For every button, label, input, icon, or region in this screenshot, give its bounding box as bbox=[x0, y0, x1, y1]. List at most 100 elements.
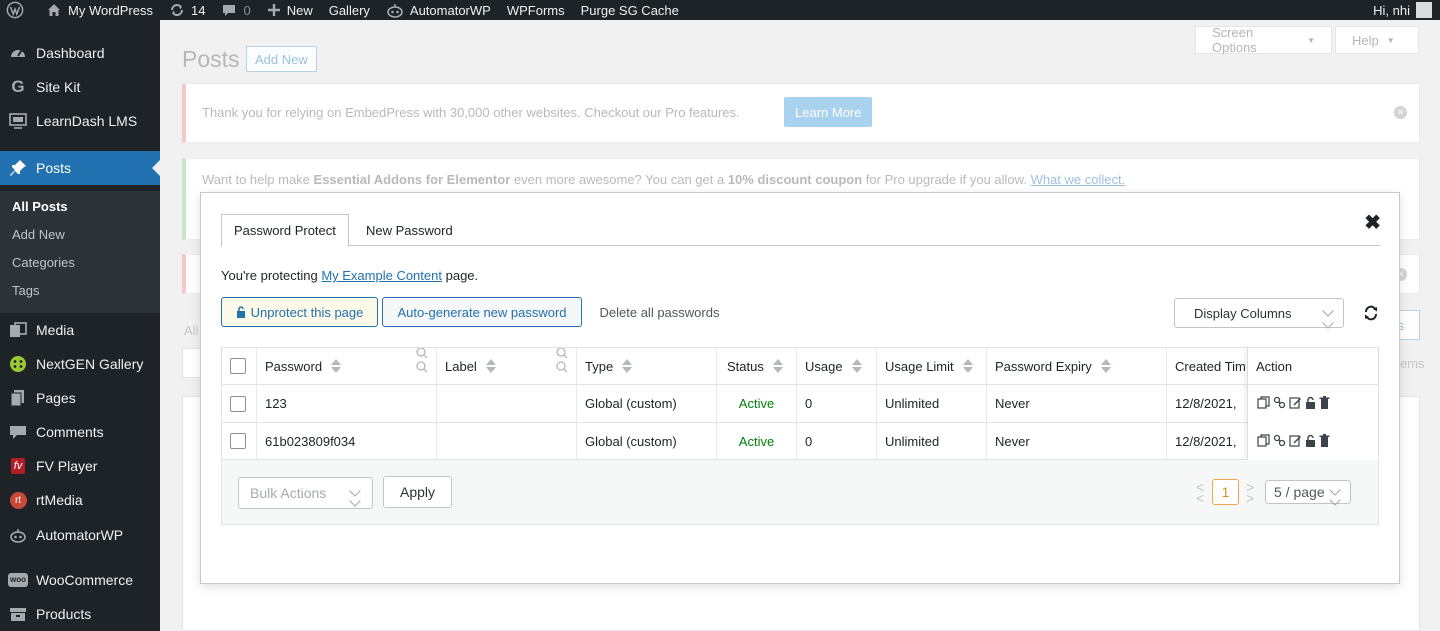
add-new-button[interactable]: Add New bbox=[246, 46, 317, 72]
sidebar-item-dashboard[interactable]: Dashboard bbox=[0, 36, 160, 70]
col-usage-label: Usage bbox=[805, 358, 843, 374]
edit-icon[interactable] bbox=[1289, 434, 1302, 447]
protected-content-link[interactable]: My Example Content bbox=[321, 268, 442, 283]
sidebar-item-site-kit[interactable]: G Site Kit bbox=[0, 70, 160, 104]
sidebar-item-fv-player[interactable]: fv FV Player bbox=[0, 449, 160, 483]
my-account-link[interactable]: Hi, nhi bbox=[1365, 0, 1440, 20]
wpforms-link[interactable]: WPForms bbox=[499, 0, 573, 20]
tab-new-password[interactable]: New Password bbox=[354, 214, 465, 246]
row-checkbox[interactable] bbox=[230, 395, 246, 412]
bulk-actions-label: Bulk Actions bbox=[250, 485, 327, 501]
gallery-link[interactable]: Gallery bbox=[321, 0, 378, 20]
sidebar-item-label: Comments bbox=[36, 424, 104, 440]
auto-generate-button[interactable]: Auto-generate new password bbox=[382, 297, 582, 327]
sort-icon[interactable] bbox=[851, 359, 862, 373]
comments-link[interactable]: 0 bbox=[213, 0, 258, 20]
sidebar-item-label: WooCommerce bbox=[36, 572, 133, 588]
refresh-icon[interactable] bbox=[1363, 305, 1379, 324]
col-created-time[interactable]: Created Tim bbox=[1167, 348, 1257, 384]
lock-icon[interactable] bbox=[1305, 396, 1316, 409]
sidebar-item-posts[interactable]: Posts bbox=[0, 151, 160, 185]
sidebar-item-rtmedia[interactable]: rt rtMedia bbox=[0, 483, 160, 517]
sidebar-item-pages[interactable]: Pages bbox=[0, 381, 160, 415]
col-usage-limit[interactable]: Usage Limit bbox=[877, 348, 987, 384]
select-all-checkbox[interactable] bbox=[230, 358, 246, 374]
products-icon bbox=[0, 606, 36, 622]
submenu-all-posts[interactable]: All Posts bbox=[12, 199, 68, 214]
site-name-link[interactable]: My WordPress bbox=[38, 0, 161, 20]
current-page-button[interactable]: 1 bbox=[1212, 479, 1239, 505]
automatorwp-link[interactable]: AutomatorWP bbox=[378, 0, 499, 20]
sort-icon[interactable] bbox=[485, 359, 496, 373]
created-cell: 12/8/2021, bbox=[1175, 396, 1237, 411]
wordpress-logo[interactable] bbox=[0, 0, 38, 20]
col-label-label: Label bbox=[445, 358, 477, 374]
sort-icon[interactable] bbox=[622, 359, 633, 373]
row-checkbox[interactable] bbox=[230, 433, 246, 449]
per-page-select[interactable]: 5 / page bbox=[1265, 480, 1351, 506]
col-password-expiry[interactable]: Password Expiry bbox=[987, 348, 1167, 384]
row-actions bbox=[1257, 434, 1330, 447]
link-icon[interactable] bbox=[1273, 396, 1286, 409]
sidebar-item-learndash[interactable]: LearnDash LMS bbox=[0, 104, 160, 138]
sidebar-item-comments[interactable]: Comments bbox=[0, 415, 160, 449]
sidebar-item-automatorwp[interactable]: AutomatorWP bbox=[0, 518, 160, 552]
col-password[interactable]: Password bbox=[257, 348, 437, 384]
home-icon bbox=[48, 4, 60, 16]
sort-icon[interactable] bbox=[962, 359, 973, 373]
pages-icon bbox=[0, 389, 36, 407]
copy-icon[interactable] bbox=[1257, 396, 1270, 409]
display-columns-select[interactable]: Display Columns bbox=[1174, 298, 1344, 329]
sidebar-item-media[interactable]: Media bbox=[0, 313, 160, 347]
notice-bold-discount: 10% discount coupon bbox=[727, 172, 863, 187]
sidebar-item-woocommerce[interactable]: woo WooCommerce bbox=[0, 563, 160, 597]
apply-button[interactable]: Apply bbox=[383, 476, 452, 508]
sort-icon[interactable] bbox=[331, 359, 342, 373]
prev-page-icon[interactable]: < < bbox=[1196, 480, 1204, 505]
next-page-icon[interactable]: > > bbox=[1246, 480, 1254, 505]
edit-icon[interactable] bbox=[1289, 396, 1302, 409]
sort-icon[interactable] bbox=[1100, 359, 1111, 373]
chevron-down-icon bbox=[349, 495, 361, 507]
col-status[interactable]: Status bbox=[717, 348, 797, 384]
sidebar-item-products[interactable]: Products bbox=[0, 597, 160, 631]
tab-password-protect[interactable]: Password Protect bbox=[221, 214, 349, 247]
automatorwp-icon bbox=[387, 4, 403, 18]
admin-sidebar: Dashboard G Site Kit LearnDash LMS Posts… bbox=[0, 20, 160, 631]
search-icon[interactable] bbox=[555, 348, 569, 377]
sort-icon[interactable] bbox=[772, 359, 783, 373]
submenu-categories[interactable]: Categories bbox=[12, 255, 75, 270]
unprotect-button[interactable]: Unprotect this page bbox=[221, 297, 378, 327]
copy-icon[interactable] bbox=[1257, 434, 1270, 447]
sidebar-item-nextgen[interactable]: NextGEN Gallery bbox=[0, 347, 160, 381]
purge-cache-link[interactable]: Purge SG Cache bbox=[573, 0, 687, 20]
bulk-actions-select[interactable]: Bulk Actions bbox=[238, 477, 373, 509]
submenu-tags[interactable]: Tags bbox=[12, 283, 39, 298]
col-label[interactable]: Label bbox=[437, 348, 577, 384]
wpforms-label: WPForms bbox=[506, 2, 565, 18]
learn-more-button[interactable]: Learn More bbox=[784, 97, 873, 127]
col-usage-limit-label: Usage Limit bbox=[885, 358, 954, 374]
new-content-link[interactable]: New bbox=[259, 0, 321, 20]
usage-cell: 0 bbox=[797, 385, 877, 422]
dismiss-icon[interactable]: ✕ bbox=[1394, 106, 1407, 119]
sidebar-item-label: AutomatorWP bbox=[36, 527, 124, 543]
submenu-add-new[interactable]: Add New bbox=[12, 227, 65, 242]
col-type[interactable]: Type bbox=[577, 348, 717, 384]
link-icon[interactable] bbox=[1273, 434, 1286, 447]
trash-icon[interactable] bbox=[1319, 434, 1330, 447]
password-protect-modal: ✖ Password Protect New Password You're p… bbox=[200, 192, 1400, 584]
screen-options-tab[interactable]: Screen Options ▼ bbox=[1195, 25, 1332, 55]
col-expiry-label: Password Expiry bbox=[995, 358, 1092, 374]
learndash-icon bbox=[0, 113, 36, 129]
chevron-down-icon bbox=[1322, 317, 1334, 329]
row-select-cell bbox=[222, 385, 257, 422]
help-tab[interactable]: Help ▼ bbox=[1335, 26, 1419, 54]
updates-link[interactable]: 14 bbox=[161, 0, 213, 20]
lock-icon[interactable] bbox=[1305, 434, 1316, 447]
trash-icon[interactable] bbox=[1319, 396, 1330, 409]
col-usage[interactable]: Usage bbox=[797, 348, 877, 384]
what-we-collect-link[interactable]: What we collect. bbox=[1031, 172, 1126, 187]
delete-all-passwords-button[interactable]: Delete all passwords bbox=[586, 297, 733, 327]
search-icon[interactable] bbox=[415, 348, 429, 377]
